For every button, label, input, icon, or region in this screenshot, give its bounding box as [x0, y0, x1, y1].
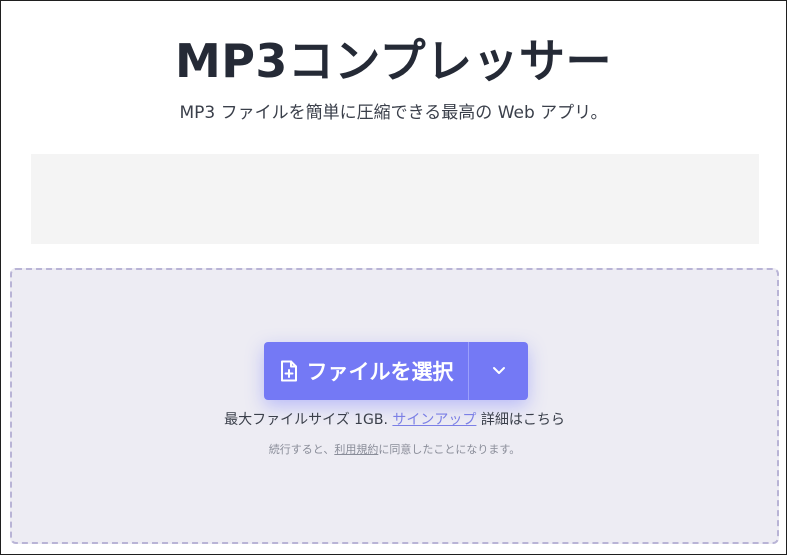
- terms-notice: 続行すると、利用規約に同意したことになります。: [12, 442, 777, 458]
- limit-text: 最大ファイルサイズ 1GB.: [224, 412, 388, 428]
- details-text: 詳細はこちら: [480, 412, 565, 428]
- select-file-label: ファイルを選択: [306, 360, 454, 384]
- page-title: MP3コンプレッサー: [174, 34, 613, 88]
- app-window: MP3コンプレッサー MP3 ファイルを簡単に圧縮できる最高の Web アプリ。…: [0, 0, 787, 555]
- chevron-down-icon: [491, 366, 507, 376]
- ad-placeholder: [31, 154, 759, 244]
- file-plus-icon: [279, 360, 299, 382]
- signup-link[interactable]: サインアップ: [392, 412, 476, 428]
- file-dropzone[interactable]: ファイルを選択 最大ファイルサイズ 1GB. サインアップ 詳細はこちら 続行す…: [10, 268, 779, 544]
- select-file-button[interactable]: ファイルを選択: [264, 342, 468, 400]
- upload-source-dropdown[interactable]: [469, 342, 528, 400]
- terms-prefix: 続行すると、: [268, 443, 335, 456]
- page-subtitle: MP3 ファイルを簡単に圧縮できる最高の Web アプリ。: [179, 103, 608, 123]
- file-size-limit: 最大ファイルサイズ 1GB. サインアップ 詳細はこちら: [12, 410, 777, 430]
- terms-link[interactable]: 利用規約: [334, 443, 378, 456]
- terms-suffix: に同意したことになります。: [378, 443, 521, 456]
- file-select-button-group: ファイルを選択: [264, 342, 528, 400]
